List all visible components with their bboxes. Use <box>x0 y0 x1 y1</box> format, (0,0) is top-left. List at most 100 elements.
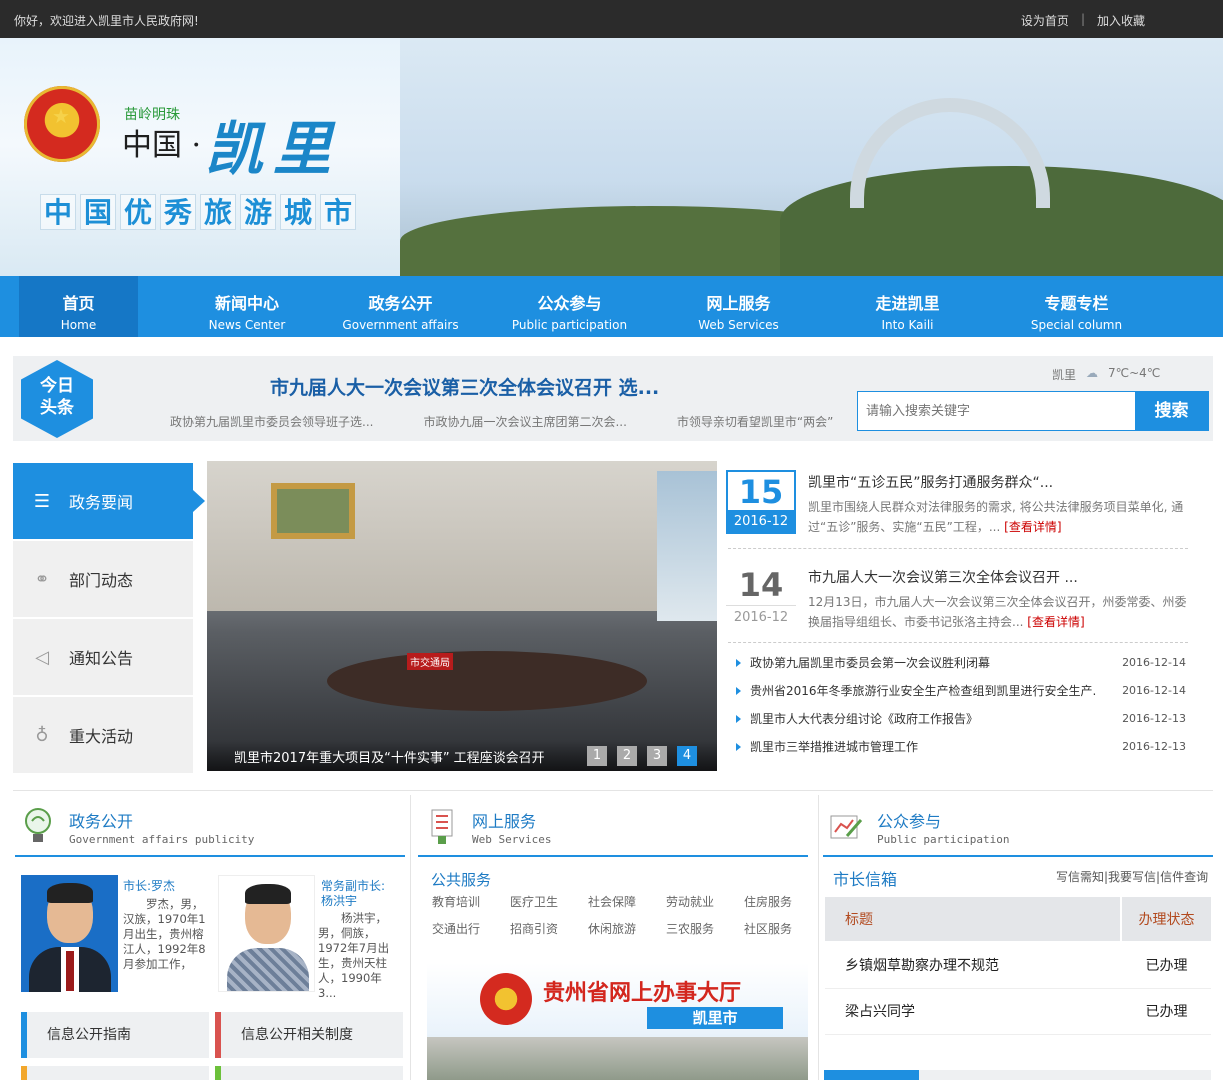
online-service-hall-banner[interactable]: 贵州省网上办事大厅 凯里市 <box>427 963 808 1080</box>
top-bar: 你好，欢迎进入凯里市人民政府网! 设为首页 | 加入收藏 <box>0 0 1223 38</box>
slogan-char: 秀 <box>160 194 196 230</box>
service-link[interactable]: 医疗卫生 <box>510 893 588 910</box>
avatar <box>21 875 118 992</box>
headline-sub-link[interactable]: 市政协九届一次会议主席团第二次会... <box>423 413 626 430</box>
search-input[interactable] <box>858 392 1134 430</box>
slogan-char: 旅 <box>200 194 236 230</box>
nav-sublabel: Special column <box>1030 318 1123 332</box>
banner-china-text: 中国 · <box>122 128 202 163</box>
column-header-status: 办理状态 <box>1122 897 1211 941</box>
document-stack-icon: ☰ <box>33 490 51 512</box>
headline-sub-link[interactable]: 市领导亲切看望凯里市“两会” <box>677 413 833 430</box>
table-row[interactable]: 梁占兴同学 已办理 <box>825 989 1211 1035</box>
badge-line: 头条 <box>40 398 74 418</box>
nameplate: 市交通局 <box>407 653 453 670</box>
row-title: 梁占兴同学 <box>825 989 1122 1034</box>
list-item-date: 2016-12-13 <box>1122 740 1186 753</box>
service-link[interactable]: 社会保障 <box>588 893 666 910</box>
cloud-icon: ☁ <box>1086 366 1099 380</box>
list-item[interactable]: 凯里市人大代表分组讨论《政府工作报告》 2016-12-13 <box>736 705 1186 733</box>
service-link[interactable]: 住房服务 <box>744 893 822 910</box>
headline-sub-link[interactable]: 政协第九届凯里市委员会领导班子选... <box>170 413 373 430</box>
tab-department-news[interactable]: ⚭ 部门动态 <box>13 541 193 617</box>
list-item[interactable]: 贵州省2016年冬季旅游行业安全生产检查组到凯里进行安全生产... 2016-12… <box>736 677 1186 705</box>
nav-web-services[interactable]: 网上服务 Web Services <box>654 276 823 337</box>
slogan-char: 游 <box>240 194 276 230</box>
info-disclosure-rules-button[interactable]: 信息公开相关制度 <box>215 1012 403 1058</box>
section-subtitle: Government affairs publicity <box>69 833 255 846</box>
service-link[interactable]: 教育培训 <box>432 893 510 910</box>
leader-role: 市长:罗杰 <box>123 879 176 893</box>
list-item-title: 凯里市人大代表分组讨论《政府工作报告》 <box>736 705 1096 733</box>
nav-government-affairs[interactable]: 政务公开 Government affairs <box>316 276 485 337</box>
nav-label: 专题专栏 <box>1044 294 1109 313</box>
lightbulb-icon <box>25 808 51 842</box>
avatar <box>218 875 315 992</box>
service-link[interactable]: 社区服务 <box>744 920 822 937</box>
section-underline <box>15 855 405 857</box>
nav-special-column[interactable]: 专题专栏 Special column <box>992 276 1161 337</box>
info-disclosure-guide-button[interactable]: 信息公开指南 <box>21 1012 209 1058</box>
featured-news-summary: 12月13日，市九届人大一次会议第三次全体会议召开，州委常委、州委换届指导组组长… <box>808 592 1193 632</box>
next-section-tab-active[interactable] <box>824 1070 919 1080</box>
service-link[interactable]: 劳动就业 <box>666 893 744 910</box>
nav-label: 新闻中心 <box>214 294 279 313</box>
mayor-mailbox-title: 市长信箱 <box>833 870 898 889</box>
slider-page-button-active[interactable]: 4 <box>677 746 697 766</box>
weather-widget: 凯里 ☁ 7℃~4℃ <box>1052 366 1160 383</box>
slider-page-button[interactable]: 3 <box>647 746 667 766</box>
wall-painting <box>271 483 355 539</box>
info-button-stub[interactable] <box>21 1066 209 1080</box>
headline-title-link[interactable]: 市九届人大一次会议第三次全体会议召开 选... <box>270 373 659 400</box>
column-header-title: 标题 <box>825 897 1122 941</box>
featured-news-title[interactable]: 市九届人大一次会议第三次全体会议召开 ... <box>808 567 1078 587</box>
slider-page-button[interactable]: 1 <box>587 746 607 766</box>
nav-sublabel: Into Kaili <box>881 318 934 332</box>
tab-label: 重大活动 <box>69 727 134 746</box>
nav-label: 政务公开 <box>368 294 433 313</box>
tab-government-news[interactable]: ☰ 政务要闻 <box>13 463 205 539</box>
list-item-title: 政协第九届凯里市委员会第一次会议胜利闭幕 <box>736 649 1096 677</box>
tab-label: 政务要闻 <box>69 493 134 512</box>
search-button[interactable]: 搜索 <box>1135 392 1208 430</box>
nav-label: 走进凯里 <box>875 294 940 313</box>
banner-city-name: 凯里 <box>205 115 342 183</box>
nav-news-center[interactable]: 新闻中心 News Center <box>178 276 316 337</box>
add-bookmark-link[interactable]: 加入收藏 <box>1097 12 1145 29</box>
edit-chart-icon <box>830 815 863 839</box>
meeting-room-window <box>657 471 717 621</box>
nav-home[interactable]: 首页 Home <box>19 276 138 337</box>
set-homepage-link[interactable]: 设为首页 <box>1021 12 1069 29</box>
service-link[interactable]: 招商引资 <box>510 920 588 937</box>
service-link[interactable]: 休闲旅游 <box>588 920 666 937</box>
document-icon <box>431 809 453 844</box>
slider-page-button[interactable]: 2 <box>617 746 637 766</box>
list-item-date: 2016-12-14 <box>1122 656 1186 669</box>
slider-pager: 1 2 3 4 <box>587 746 697 766</box>
tab-major-events[interactable]: ♁ 重大活动 <box>13 697 193 773</box>
tab-label: 通知公告 <box>69 649 134 668</box>
public-services-title: 公共服务 <box>431 871 492 889</box>
mailbox-links[interactable]: 写信需知|我要写信|信件查询 <box>1056 868 1208 885</box>
list-item[interactable]: 政协第九届凯里市委员会第一次会议胜利闭幕 2016-12-14 <box>736 649 1186 677</box>
web-services-header: 网上服务 Web Services <box>418 796 808 857</box>
list-item[interactable]: 凯里市三举措推进城市管理工作 2016-12-13 <box>736 733 1186 761</box>
featured-news-title[interactable]: 凯里市“五诊五民”服务打通服务群众“... <box>808 472 1053 492</box>
national-emblem-icon <box>480 973 532 1025</box>
tab-notices[interactable]: ◁ 通知公告 <box>13 619 193 695</box>
banner-slogan: 中 国 优 秀 旅 游 城 市 <box>40 194 356 230</box>
service-link[interactable]: 交通出行 <box>432 920 510 937</box>
info-button-stub[interactable] <box>215 1066 403 1080</box>
slogan-char: 优 <box>120 194 156 230</box>
section-subtitle: Public participation <box>877 833 1010 846</box>
view-details-link[interactable]: [查看详情] <box>1027 615 1084 629</box>
service-link[interactable]: 三农服务 <box>666 920 744 937</box>
leader-role: 常务副市长:杨洪宇 <box>321 879 386 908</box>
table-row[interactable]: 乡镇烟草勘察办理不规范 已办理 <box>825 943 1211 989</box>
news-photo-slider[interactable]: 市交通局 凯里市2017年重大项目及“十件实事” 工程座谈会召开 <box>207 461 717 771</box>
date-badge: 14 2016-12 <box>726 565 796 629</box>
view-details-link[interactable]: [查看详情] <box>1004 520 1061 534</box>
nav-into-kaili[interactable]: 走进凯里 Into Kaili <box>823 276 992 337</box>
top-links: 设为首页 | 加入收藏 <box>1021 12 1145 29</box>
nav-public-participation[interactable]: 公众参与 Public participation <box>485 276 654 337</box>
